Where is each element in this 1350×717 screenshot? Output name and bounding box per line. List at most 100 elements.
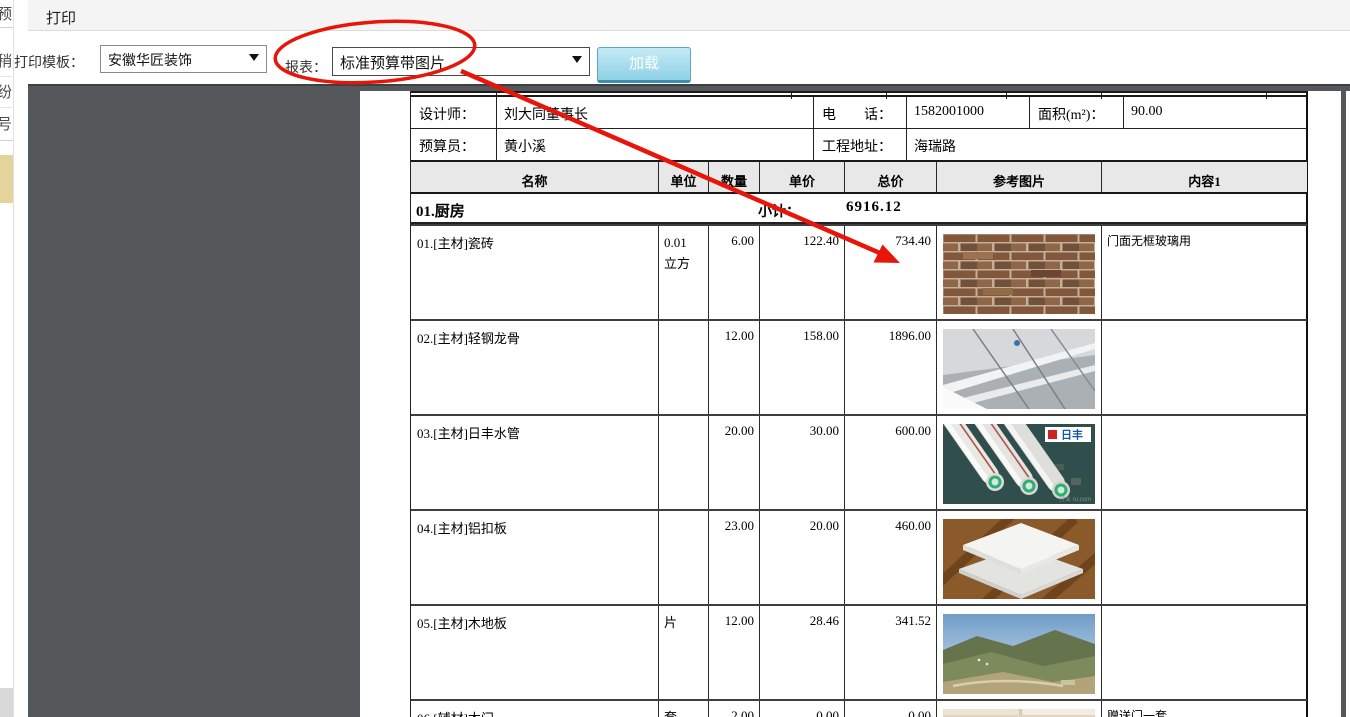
page-bottom-fragment bbox=[0, 688, 13, 717]
highlighted-row-fragment bbox=[0, 155, 13, 203]
table-row: 04.[主材]铝扣板 23.00 20.00 460.00 bbox=[411, 509, 1307, 604]
item-name: 03.[主材]日丰水管 bbox=[417, 426, 520, 441]
item-name: 06.[辅材]木门 bbox=[411, 701, 658, 717]
item-quantity: 6.00 bbox=[708, 226, 759, 319]
strip-glyph: 稍 bbox=[0, 50, 13, 71]
group-title: 01.厨房 bbox=[416, 204, 465, 220]
col-header-price: 单价 bbox=[759, 162, 844, 192]
item-total-price: 0.00 bbox=[844, 701, 936, 717]
col-header-unit: 单位 bbox=[658, 162, 708, 192]
col-header-name: 名称 bbox=[521, 174, 548, 189]
item-unit: 片 bbox=[658, 606, 708, 699]
group-subtotal-row: 01.厨房 小计： 6916.12 bbox=[411, 194, 1307, 224]
divider bbox=[0, 107, 13, 108]
item-name: 04.[主材]铝扣板 bbox=[417, 521, 507, 536]
col-header-total: 总价 bbox=[844, 162, 936, 192]
tab-print[interactable]: 打印 bbox=[46, 7, 76, 28]
panels-image bbox=[943, 519, 1095, 599]
brick-image bbox=[943, 234, 1095, 314]
divider bbox=[0, 76, 13, 77]
item-unit-price: 0.00 bbox=[759, 701, 844, 717]
item-image-cell bbox=[936, 226, 1101, 319]
chevron-down-icon bbox=[572, 56, 582, 63]
col-header-qty: 数量 bbox=[708, 162, 759, 192]
col-header-image: 参考图片 bbox=[936, 162, 1101, 192]
item-content: 赠送门一套 bbox=[1101, 701, 1307, 717]
item-content bbox=[1101, 321, 1307, 414]
strip-glyph: 预 bbox=[0, 3, 13, 24]
item-image-cell bbox=[936, 321, 1101, 414]
item-unit bbox=[658, 511, 708, 604]
item-image-cell bbox=[936, 511, 1101, 604]
phone-label: 电 话： bbox=[813, 97, 906, 128]
next-page-edge bbox=[1346, 91, 1350, 717]
item-unit: 套 bbox=[658, 701, 708, 717]
estimator-label: 预算员： bbox=[419, 140, 475, 155]
template-select-value: 安徽华匠装饰 bbox=[108, 52, 192, 68]
item-unit: 0.01 立方 bbox=[658, 226, 708, 319]
col-header-content: 内容1 bbox=[1101, 162, 1307, 192]
table-row: 02.[主材]轻钢龙骨 12.00 158.00 1896.00 bbox=[411, 319, 1307, 414]
item-image-cell: 日丰行业 ru.com bbox=[936, 416, 1101, 509]
svg-text:行业 ru.com: 行业 ru.com bbox=[1059, 495, 1091, 503]
template-select[interactable]: 安徽华匠装饰 bbox=[100, 45, 267, 73]
item-unit-price: 28.46 bbox=[759, 606, 844, 699]
table-row: 01.[主材]瓷砖 0.01 立方 6.00 122.40 734.40 门面无框玻璃用 bbox=[411, 224, 1307, 319]
strip-glyph: 号 bbox=[0, 113, 13, 134]
floor-image bbox=[943, 614, 1095, 694]
item-total-price: 600.00 bbox=[844, 416, 936, 509]
chevron-down-icon bbox=[249, 54, 259, 61]
estimator-value: 黄小溪 bbox=[496, 129, 813, 160]
report-select[interactable]: 标准预算带图片 bbox=[332, 47, 590, 76]
item-image-cell bbox=[936, 606, 1101, 699]
table-row: 06.[辅材]木门套2.000.000.00赠送门一套 bbox=[411, 699, 1307, 717]
item-unit-price: 20.00 bbox=[759, 511, 844, 604]
divider bbox=[0, 140, 13, 141]
area-label: 面积(m²)： bbox=[1029, 97, 1123, 128]
info-row-designer: 设计师： 刘大同董事长 电 话： 1582001000 面积(m²)： 90.0… bbox=[411, 97, 1307, 129]
door-image bbox=[943, 709, 1095, 717]
item-unit-price: 122.40 bbox=[759, 226, 844, 319]
phone-value: 1582001000 bbox=[906, 97, 1029, 128]
table-header-row: 名称 单位 数量 单价 总价 参考图片 内容1 bbox=[411, 160, 1307, 194]
print-preview-area[interactable]: 设计师： 刘大同董事长 电 话： 1582001000 面积(m²)： 90.0… bbox=[28, 84, 1350, 717]
item-content bbox=[1101, 511, 1307, 604]
background-page-strip: 预 稍 纷 号 bbox=[0, 0, 14, 717]
info-row-estimator: 预算员： 黄小溪 工程地址： 海瑞路 bbox=[411, 129, 1307, 160]
item-total-price: 1896.00 bbox=[844, 321, 936, 414]
report-label: 报表： bbox=[285, 59, 327, 75]
item-unit-price: 30.00 bbox=[759, 416, 844, 509]
item-quantity: 2.00 bbox=[708, 701, 759, 717]
address-label: 工程地址： bbox=[813, 129, 906, 160]
item-total-price: 341.52 bbox=[844, 606, 936, 699]
pipes-image: 日丰行业 ru.com bbox=[943, 424, 1095, 504]
svg-text:日丰: 日丰 bbox=[1061, 428, 1083, 442]
item-quantity: 12.00 bbox=[708, 606, 759, 699]
item-name: 01.[主材]瓷砖 bbox=[417, 236, 494, 251]
address-value: 海瑞路 bbox=[906, 129, 1307, 160]
tab-bar: 打印 bbox=[28, 0, 1350, 31]
budget-table: 设计师： 刘大同董事长 电 话： 1582001000 面积(m²)： 90.0… bbox=[410, 91, 1308, 717]
item-unit-price: 158.00 bbox=[759, 321, 844, 414]
subtotal-label: 小计： bbox=[758, 205, 800, 220]
item-unit bbox=[658, 416, 708, 509]
designer-value: 刘大同董事长 bbox=[496, 97, 813, 128]
item-unit bbox=[658, 321, 708, 414]
strip-glyph: 纷 bbox=[0, 81, 13, 102]
ceiling-image bbox=[943, 329, 1095, 409]
template-label: 打印模板： bbox=[14, 54, 84, 70]
load-button[interactable]: 加载 bbox=[597, 47, 691, 83]
item-quantity: 23.00 bbox=[708, 511, 759, 604]
print-dialog: 预 稍 纷 号 打印 打印模板： 安徽华匠装饰 报表： 标准预算带图片 加载 bbox=[0, 0, 1350, 717]
item-content bbox=[1101, 416, 1307, 509]
item-image-cell bbox=[936, 701, 1101, 717]
table-row: 05.[主材]木地板 片 12.00 28.46 341.52 bbox=[411, 604, 1307, 699]
report-select-value: 标准预算带图片 bbox=[340, 55, 446, 72]
item-content: 门面无框玻璃用 bbox=[1101, 226, 1307, 319]
subtotal-value: 6916.12 bbox=[846, 199, 902, 215]
report-page: 设计师： 刘大同董事长 电 话： 1582001000 面积(m²)： 90.0… bbox=[360, 91, 1341, 717]
item-quantity: 20.00 bbox=[708, 416, 759, 509]
item-name: 02.[主材]轻钢龙骨 bbox=[417, 331, 520, 346]
item-quantity: 12.00 bbox=[708, 321, 759, 414]
item-content bbox=[1101, 606, 1307, 699]
